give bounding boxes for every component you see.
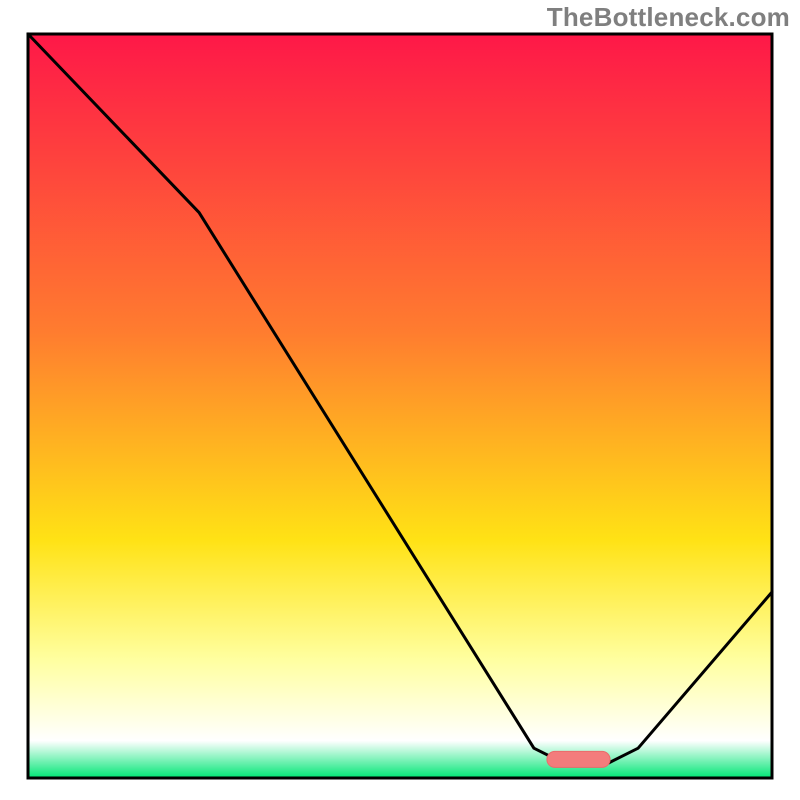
watermark-text: TheBottleneck.com xyxy=(547,2,790,33)
chart-frame: TheBottleneck.com xyxy=(0,0,800,800)
chart-svg xyxy=(0,0,800,800)
optimal-marker xyxy=(547,751,610,767)
gradient-background xyxy=(28,34,772,778)
